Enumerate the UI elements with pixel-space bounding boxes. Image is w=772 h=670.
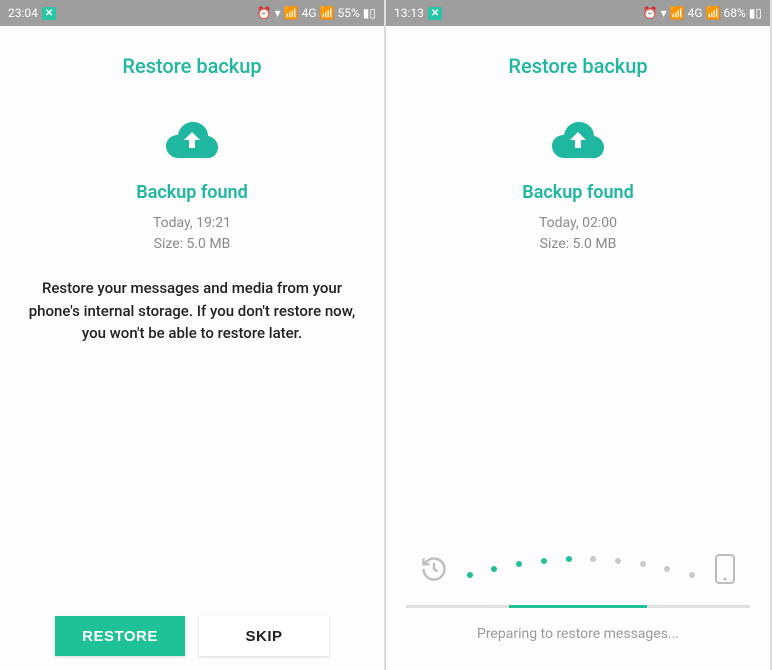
progress-status-text: Preparing to restore messages... [406, 626, 750, 642]
transfer-dot [689, 572, 695, 578]
status-right: ⏰ ▾ 📶 4G 📶 68% ▮▯ [643, 6, 762, 20]
backup-size: Size: 5.0 MB [539, 234, 617, 255]
battery-icon: ▮▯ [749, 6, 762, 20]
status-time: 13:13 [394, 6, 424, 20]
battery-percent: 55% [338, 6, 360, 20]
transfer-dot [566, 556, 572, 562]
backup-found-label: Backup found [136, 182, 247, 203]
transfer-dot [590, 556, 596, 562]
signal-icon: 📶 [284, 6, 299, 20]
skip-button[interactable]: SKIP [199, 616, 329, 656]
transfer-dot [615, 558, 621, 564]
wifi-icon: ▾ [275, 6, 281, 20]
battery-icon: ▮▯ [363, 6, 376, 20]
status-right: ⏰ ▾ 📶 4G 📶 55% ▮▯ [257, 6, 376, 20]
phone-icon [714, 553, 736, 589]
status-bar: 13:13 ✕ ⏰ ▾ 📶 4G 📶 68% ▮▯ [386, 0, 770, 26]
backup-timestamp: Today, 19:21 [153, 213, 231, 234]
transfer-graphic [406, 553, 750, 589]
transfer-dot [541, 558, 547, 564]
status-time: 23:04 [8, 6, 38, 20]
restore-button[interactable]: RESTORE [55, 616, 185, 656]
status-bar: 23:04 ✕ ⏰ ▾ 📶 4G 📶 55% ▮▯ [0, 0, 384, 26]
cloud-upload-icon [164, 120, 220, 164]
transfer-dot [640, 561, 646, 567]
progress-bar [406, 605, 750, 608]
alarm-icon: ⏰ [257, 6, 272, 20]
signal-icon-2: 📶 [706, 6, 721, 20]
signal-icon: 📶 [670, 6, 685, 20]
transfer-dot [664, 566, 670, 572]
restore-description: Restore your messages and media from you… [0, 277, 384, 345]
network-label: 4G [302, 6, 317, 20]
status-chip-icon: ✕ [42, 7, 56, 20]
page-title: Restore backup [508, 54, 647, 78]
restore-progress-screen: 13:13 ✕ ⏰ ▾ 📶 4G 📶 68% ▮▯ Restore backup… [386, 0, 772, 670]
cloud-upload-icon [550, 120, 606, 164]
backup-timestamp: Today, 02:00 [539, 213, 617, 234]
network-label: 4G [688, 6, 703, 20]
progress-fill [509, 605, 647, 608]
transfer-dot [516, 561, 522, 567]
signal-icon-2: 📶 [320, 6, 335, 20]
backup-size: Size: 5.0 MB [153, 234, 231, 255]
status-chip-icon: ✕ [428, 7, 442, 20]
history-icon [420, 555, 448, 587]
backup-found-label: Backup found [522, 182, 633, 203]
restore-initial-screen: 23:04 ✕ ⏰ ▾ 📶 4G 📶 55% ▮▯ Restore backup… [0, 0, 386, 670]
transfer-dot [467, 572, 473, 578]
alarm-icon: ⏰ [643, 6, 658, 20]
battery-percent: 68% [724, 6, 746, 20]
page-title: Restore backup [122, 54, 261, 78]
transfer-dot [491, 566, 497, 572]
wifi-icon: ▾ [661, 6, 667, 20]
